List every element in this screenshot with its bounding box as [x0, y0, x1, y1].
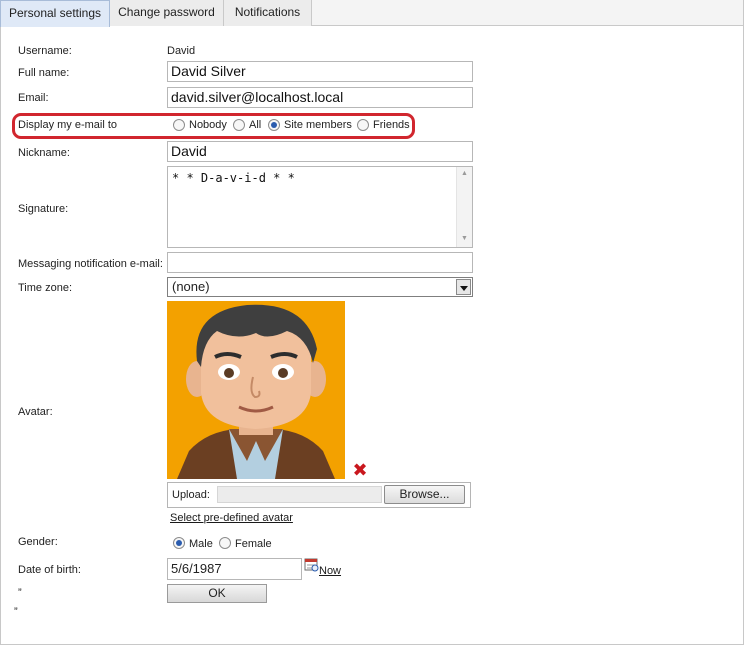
- avatar-cartoon-man: [167, 301, 345, 479]
- radio-friends[interactable]: [357, 119, 369, 131]
- now-link[interactable]: Now: [319, 565, 341, 577]
- upload-file-field[interactable]: [217, 486, 382, 503]
- stray-quote-1: ”: [18, 587, 22, 599]
- timezone-select[interactable]: (none): [167, 277, 473, 297]
- messaging-email-label: Messaging notification e-mail:: [18, 258, 163, 270]
- radio-male-label: Male: [189, 538, 213, 550]
- radio-nobody[interactable]: [173, 119, 185, 131]
- dob-field[interactable]: 5/6/1987: [167, 558, 302, 580]
- delete-avatar-icon[interactable]: ✖: [351, 461, 369, 479]
- upload-label: Upload:: [172, 489, 210, 501]
- scroll-down-icon[interactable]: ▼: [461, 235, 468, 242]
- signature-text: * * D-a-v-i-d * *: [172, 171, 295, 185]
- nickname-label: Nickname:: [18, 147, 70, 159]
- scroll-up-icon[interactable]: ▲: [461, 170, 468, 177]
- browse-button[interactable]: Browse...: [384, 485, 465, 504]
- signature-textarea[interactable]: * * D-a-v-i-d * * ▲ ▼: [167, 166, 473, 248]
- fullname-label: Full name:: [18, 67, 70, 79]
- tab-bar: Personal settings Change password Notifi…: [0, 0, 743, 27]
- tab-notifications[interactable]: Notifications: [224, 0, 312, 26]
- email-label: Email:: [18, 92, 49, 104]
- email-field[interactable]: david.silver@localhost.local: [167, 87, 473, 108]
- radio-friends-label: Friends: [373, 119, 410, 131]
- messaging-email-field[interactable]: [167, 252, 473, 273]
- chevron-down-icon[interactable]: [456, 279, 471, 295]
- ok-button[interactable]: OK: [167, 584, 267, 603]
- fullname-field[interactable]: David Silver: [167, 61, 473, 82]
- radio-site-members-label: Site members: [284, 119, 352, 131]
- radio-nobody-label: Nobody: [189, 119, 227, 131]
- radio-all[interactable]: [233, 119, 245, 131]
- username-label: Username:: [18, 45, 72, 57]
- signature-label: Signature:: [18, 203, 69, 215]
- avatar-label: Avatar:: [18, 406, 53, 418]
- stray-quote-2: ”: [14, 606, 18, 618]
- timezone-value: (none): [172, 279, 210, 294]
- radio-site-members[interactable]: [268, 119, 280, 131]
- gender-label: Gender:: [18, 536, 58, 548]
- radio-female[interactable]: [219, 537, 231, 549]
- avatar-image: [167, 301, 345, 479]
- display-email-label: Display my e-mail to: [18, 119, 118, 131]
- radio-male[interactable]: [173, 537, 185, 549]
- tab-personal-settings[interactable]: Personal settings: [0, 0, 110, 27]
- upload-box: Upload: Browse...: [167, 482, 471, 508]
- nickname-field[interactable]: David: [167, 141, 473, 162]
- radio-all-label: All: [249, 119, 262, 131]
- username-value: David: [167, 45, 196, 57]
- signature-scrollbar[interactable]: ▲ ▼: [456, 167, 472, 247]
- timezone-label: Time zone:: [18, 282, 73, 294]
- predefined-avatar-link[interactable]: Select pre-defined avatar: [170, 512, 293, 524]
- calendar-icon[interactable]: [304, 557, 319, 572]
- radio-female-label: Female: [235, 538, 272, 550]
- tab-change-password[interactable]: Change password: [110, 0, 224, 26]
- dob-label: Date of birth:: [18, 564, 81, 576]
